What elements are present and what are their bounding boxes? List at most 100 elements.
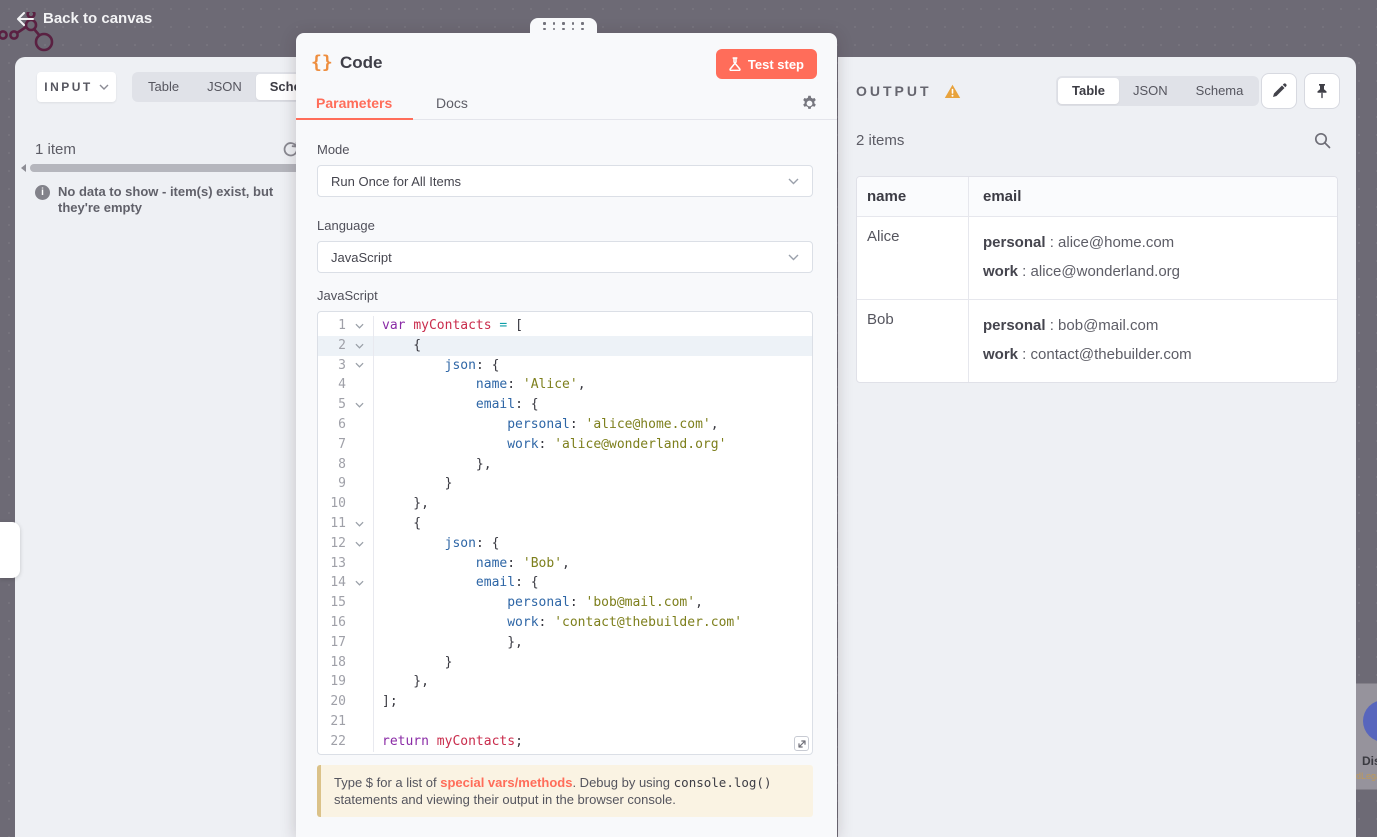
line-number: 16	[330, 614, 346, 630]
node-title: Code	[340, 53, 383, 72]
code-line[interactable]: 5 email: {	[318, 395, 812, 415]
line-number: 22	[330, 733, 346, 749]
gutter: 12	[318, 533, 374, 554]
code-editor-label: JavaScript	[317, 288, 378, 303]
fold-chevron-icon[interactable]	[354, 323, 364, 329]
scroll-left-arrow-icon	[21, 164, 26, 172]
column-header-email[interactable]: email	[968, 177, 1337, 216]
tab-parameters[interactable]: Parameters	[316, 95, 392, 111]
line-number: 9	[338, 476, 346, 492]
gutter: 18	[318, 652, 374, 673]
search-icon[interactable]	[1314, 132, 1331, 149]
line-number: 4	[338, 377, 346, 393]
code-line[interactable]: 6 personal: 'alice@home.com',	[318, 414, 812, 435]
gutter: 9	[318, 474, 374, 495]
code-line[interactable]: 1 var myContacts = [	[318, 316, 812, 336]
code-line[interactable]: 8 },	[318, 454, 812, 475]
gear-icon[interactable]	[801, 95, 818, 112]
line-number: 12	[330, 535, 346, 551]
mode-select[interactable]: Run Once for All Items	[317, 165, 813, 197]
node-title: Dis	[1362, 754, 1377, 768]
tab-docs[interactable]: Docs	[436, 95, 468, 111]
fold-chevron-icon[interactable]	[354, 343, 364, 349]
code-text: work: 'contact@thebuilder.com'	[507, 614, 743, 630]
fold-chevron-icon[interactable]	[354, 541, 364, 547]
code-text: },	[382, 456, 492, 472]
input-source-selector[interactable]: INPUT	[37, 72, 116, 102]
panel-drag-handle[interactable]	[0, 522, 20, 578]
code-line[interactable]: 9 }	[318, 474, 812, 495]
code-text: return myContacts;	[382, 733, 523, 749]
tab-table[interactable]: Table	[1058, 78, 1119, 104]
hint-text-mid: . Debug by using	[572, 775, 674, 790]
fold-gutter	[346, 316, 372, 336]
gutter: 10	[318, 494, 374, 514]
code-text: {	[382, 337, 422, 353]
code-text: }	[382, 654, 453, 670]
table-row[interactable]: Bob personal : bob@mail.com work : contact…	[857, 299, 1337, 382]
tab-json[interactable]: JSON	[193, 74, 256, 100]
modal-drag-handle[interactable]	[530, 18, 597, 34]
back-to-canvas-button[interactable]: Back to canvas	[16, 10, 152, 27]
code-line[interactable]: 22 return myContacts;	[318, 731, 812, 752]
cell-name: Bob	[867, 311, 894, 328]
gutter: 4	[318, 375, 374, 396]
code-line[interactable]: 4 name: 'Alice',	[318, 375, 812, 396]
test-step-button[interactable]: Test step	[715, 49, 817, 79]
pin-output-button[interactable]	[1304, 73, 1340, 109]
fold-gutter	[346, 455, 372, 475]
code-line[interactable]: 14 email: {	[318, 573, 812, 594]
code-text: email: {	[475, 575, 539, 591]
input-panel-title: INPUT	[44, 80, 93, 94]
tab-table[interactable]: Table	[134, 74, 193, 100]
code-line[interactable]: 3 json: {	[318, 355, 812, 376]
code-line[interactable]: 18 }	[318, 652, 812, 673]
code-line[interactable]: 12 json: {	[318, 533, 812, 554]
line-number: 20	[330, 694, 346, 710]
table-row[interactable]: Alice personal : alice@home.com work : ali…	[857, 216, 1337, 299]
fold-chevron-icon[interactable]	[354, 580, 364, 586]
column-header-name[interactable]: name	[857, 177, 968, 216]
fold-gutter	[346, 395, 372, 415]
special-vars-link[interactable]: special vars/methods	[440, 775, 572, 790]
code-line[interactable]: 11 {	[318, 513, 812, 534]
language-select[interactable]: JavaScript	[317, 241, 813, 273]
fold-gutter	[346, 692, 372, 712]
code-line[interactable]: 7 work: 'alice@wonderland.org'	[318, 434, 812, 455]
code-line[interactable]: 2 {	[318, 335, 812, 356]
output-items-count: 2 items	[856, 132, 905, 149]
code-line[interactable]: 15 personal: 'bob@mail.com',	[318, 593, 812, 613]
code-text: },	[382, 634, 523, 650]
fold-chevron-icon[interactable]	[354, 402, 364, 408]
tab-schema[interactable]: Schema	[1182, 78, 1258, 104]
code-text: }	[382, 476, 453, 492]
tab-json[interactable]: JSON	[1119, 78, 1182, 104]
line-number: 15	[330, 595, 346, 611]
line-number: 13	[330, 555, 346, 571]
parameters-body: Mode Run Once for All Items Language Jav…	[296, 120, 837, 817]
code-editor[interactable]: 1 var myContacts = [2 {3 json: {4 name: '…	[317, 311, 813, 755]
gutter: 19	[318, 672, 374, 693]
code-line[interactable]: 13 name: 'Bob',	[318, 553, 812, 574]
code-text: var myContacts = [	[382, 318, 523, 333]
language-value: JavaScript	[331, 249, 392, 265]
edit-output-button[interactable]	[1261, 73, 1297, 109]
fold-chevron-icon[interactable]	[354, 362, 364, 369]
code-line[interactable]: 17 },	[318, 632, 812, 653]
fold-gutter	[346, 613, 372, 633]
code-line[interactable]: 16 work: 'contact@thebuilder.com'	[318, 612, 812, 633]
line-number: 3	[338, 357, 346, 373]
code-line[interactable]: 19 },	[318, 672, 812, 693]
code-line[interactable]: 20];	[318, 692, 812, 712]
code-line[interactable]: 21	[318, 711, 812, 732]
resize-handle[interactable]	[794, 736, 809, 751]
line-number: 8	[338, 456, 346, 472]
code-line[interactable]: 10 },	[318, 494, 812, 514]
code-text: ];	[382, 694, 398, 710]
mode-value: Run Once for All Items	[331, 173, 462, 189]
fold-chevron-icon[interactable]	[354, 521, 364, 527]
fold-gutter	[346, 514, 372, 534]
output-view-tabs: Table JSON Schema	[1056, 76, 1260, 106]
canvas-node-partial[interactable]: Dis dLega	[1356, 683, 1377, 790]
